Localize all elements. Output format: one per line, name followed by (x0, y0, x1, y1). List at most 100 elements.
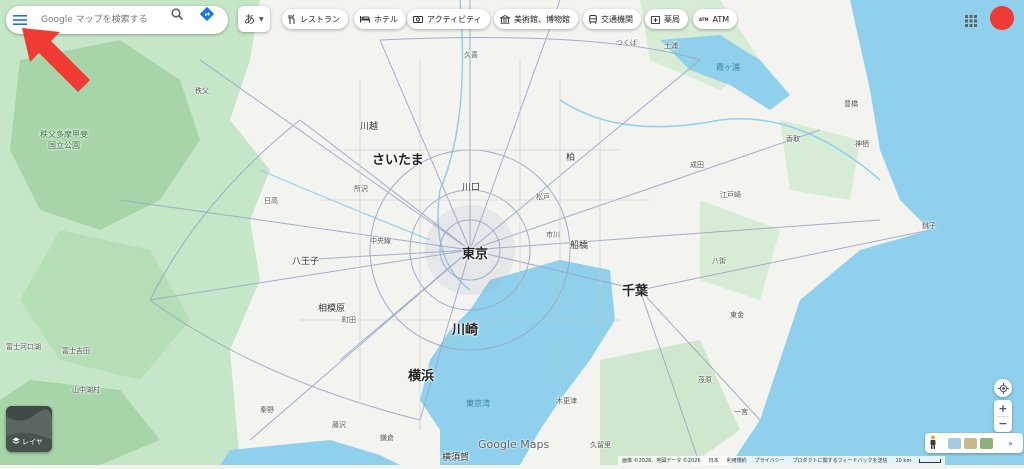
chip-label: アクティビティ (427, 14, 482, 24)
pegman-icon[interactable] (929, 434, 937, 453)
map-label-narita: 成田 (690, 161, 704, 169)
chip-activity[interactable]: アクティビティ (407, 9, 490, 29)
museum-icon (500, 14, 510, 24)
chip-museum[interactable]: 美術館、博物館 (494, 9, 578, 29)
map-label-kashiwa: 柏 (566, 153, 576, 163)
chip-restaurant[interactable]: レストラン (282, 9, 348, 29)
map-label-fujikawaguchiko: 富士河口湖 (6, 343, 41, 351)
map-svg (0, 0, 1024, 466)
zoom-controls: + − (994, 400, 1012, 432)
my-location-button[interactable] (994, 379, 1012, 397)
map-label-yachimata: 八街 (712, 257, 726, 265)
search-icon[interactable] (168, 5, 186, 23)
chip-label: ATM (712, 14, 730, 24)
map-label-tsukuba: つくば (616, 39, 637, 47)
map-label-sagamihara: 相模原 (318, 304, 346, 314)
map-label-mobara: 茂原 (698, 376, 712, 384)
apps-grid-icon[interactable] (965, 12, 977, 31)
pharmacy-icon (651, 15, 660, 24)
my-location-icon (997, 379, 1009, 398)
map-label-kasumigaura: 霞ヶ浦 (716, 63, 740, 72)
map-label-hadano: 秦野 (260, 406, 274, 414)
footer-imagery: 画像 ©2026、地図データ ©2026 (622, 458, 701, 464)
chip-label: 薬局 (664, 14, 680, 24)
layer-thumb-traffic[interactable] (980, 437, 993, 449)
map-label-kawagoe: 川越 (360, 122, 379, 132)
footer-scale[interactable]: 10 km (895, 458, 911, 464)
google-maps-logo: Google Maps (478, 438, 550, 451)
zoom-out-button[interactable]: − (998, 417, 1007, 431)
map-label-chichibu: 秩父 (195, 87, 209, 95)
chevron-up-icon[interactable]: » (1008, 439, 1013, 448)
scale-bar (919, 458, 942, 463)
search-input[interactable] (39, 14, 173, 26)
footer-terms[interactable]: 利用規約 (727, 457, 747, 464)
map-label-chuo-line: 中央線 (370, 237, 391, 245)
map-label-saitama: さいたま (372, 153, 424, 168)
chip-label: レストラン (300, 14, 340, 24)
map-label-kamisu: 神栖 (855, 140, 869, 148)
restaurant-icon (288, 14, 296, 24)
map-label-chiba: 千葉 (622, 284, 649, 299)
chip-hotel[interactable]: ホテル (354, 9, 406, 29)
footer-country[interactable]: 日本 (709, 457, 719, 464)
map-label-funabashi: 船橋 (570, 241, 589, 251)
map-label-chichibu-tama-kai: 秩父多摩甲斐 国立公園 (40, 130, 88, 150)
map-label-edosaki: 江戸崎 (720, 191, 741, 199)
map-label-tsuchiura: 土浦 (664, 42, 678, 50)
directions-icon[interactable] (198, 5, 216, 23)
map-label-yamanakako: 山中湖村 (72, 386, 100, 394)
camera-icon (413, 15, 423, 23)
map-label-ichinomiya: 一宮 (734, 408, 748, 416)
input-tools-label: あ (244, 13, 255, 26)
map-label-hachioji: 八王子 (292, 257, 320, 267)
chip-label: 美術館、博物館 (514, 14, 570, 24)
layer-thumb-transit[interactable] (948, 437, 961, 449)
layers-label: レイヤ (22, 438, 43, 446)
footer-feedback[interactable]: プロダクトに関するフィードバックを送信 (793, 457, 888, 464)
map-label-ichikawa: 市川 (546, 231, 560, 239)
map-label-machida: 町田 (342, 316, 356, 324)
red-arrow-icon (20, 26, 92, 96)
map-label-hidaka: 日高 (264, 197, 278, 205)
input-tools-button[interactable]: あ ▼ (238, 6, 270, 32)
map-label-tokorozawa: 所沢 (354, 185, 368, 193)
map-footer: 画像 ©2026、地図データ ©2026 日本 利用規約 プライバシー プロダク… (618, 456, 946, 465)
map-label-yokohama: 横浜 (408, 369, 435, 384)
map-label-tokyo: 東京 (462, 247, 489, 262)
map-canvas[interactable]: さいたま 東京 千葉 川崎 横浜 川越 川口 柏 船橋 市川 八王子 相模原 所… (0, 0, 1024, 466)
layers-label-wrap: レイヤ (12, 437, 43, 447)
map-label-kamakura: 鎌倉 (380, 434, 394, 442)
transit-icon (589, 14, 597, 24)
map-label-kawaguchi: 川口 (462, 183, 481, 193)
map-label-katori: 香取 (786, 135, 800, 143)
map-label-fujiyoshida: 富士吉田 (62, 347, 90, 355)
chip-transit[interactable]: 交通機関 (583, 9, 641, 29)
map-label-choshi: 銚子 (922, 222, 936, 230)
layers-icon (12, 437, 20, 447)
map-label-yokosuka: 横須賀 (442, 453, 470, 463)
map-label-matsudo: 松戸 (536, 193, 550, 201)
map-label-kisarazu: 木更津 (556, 397, 577, 405)
chevron-down-icon: ▼ (259, 15, 264, 23)
map-label-hokota: 豊橋 (844, 100, 858, 108)
hotel-icon (360, 15, 370, 23)
chip-pharmacy[interactable]: 薬局 (645, 9, 688, 29)
bottom-tools-panel: » (925, 433, 1023, 453)
footer-privacy[interactable]: プライバシー (755, 457, 785, 464)
account-avatar[interactable] (990, 6, 1014, 30)
map-label-tokyo-bay: 東京湾 (466, 399, 490, 408)
map-label-kawasaki: 川崎 (452, 323, 479, 338)
chip-atm[interactable]: ATM ATM (693, 9, 738, 29)
map-label-kuki: 久喜 (464, 51, 478, 59)
map-label-togane: 東金 (730, 311, 744, 319)
chip-label: 交通機関 (601, 14, 633, 24)
map-label-fujisawa: 藤沢 (332, 421, 346, 429)
chip-label: ホテル (374, 14, 398, 24)
map-label-kururi: 久留里 (590, 441, 611, 449)
layer-thumb-terrain[interactable] (964, 437, 977, 449)
layers-button[interactable]: レイヤ (6, 406, 52, 452)
atm-icon: ATM (699, 16, 709, 22)
zoom-in-button[interactable]: + (998, 402, 1007, 416)
